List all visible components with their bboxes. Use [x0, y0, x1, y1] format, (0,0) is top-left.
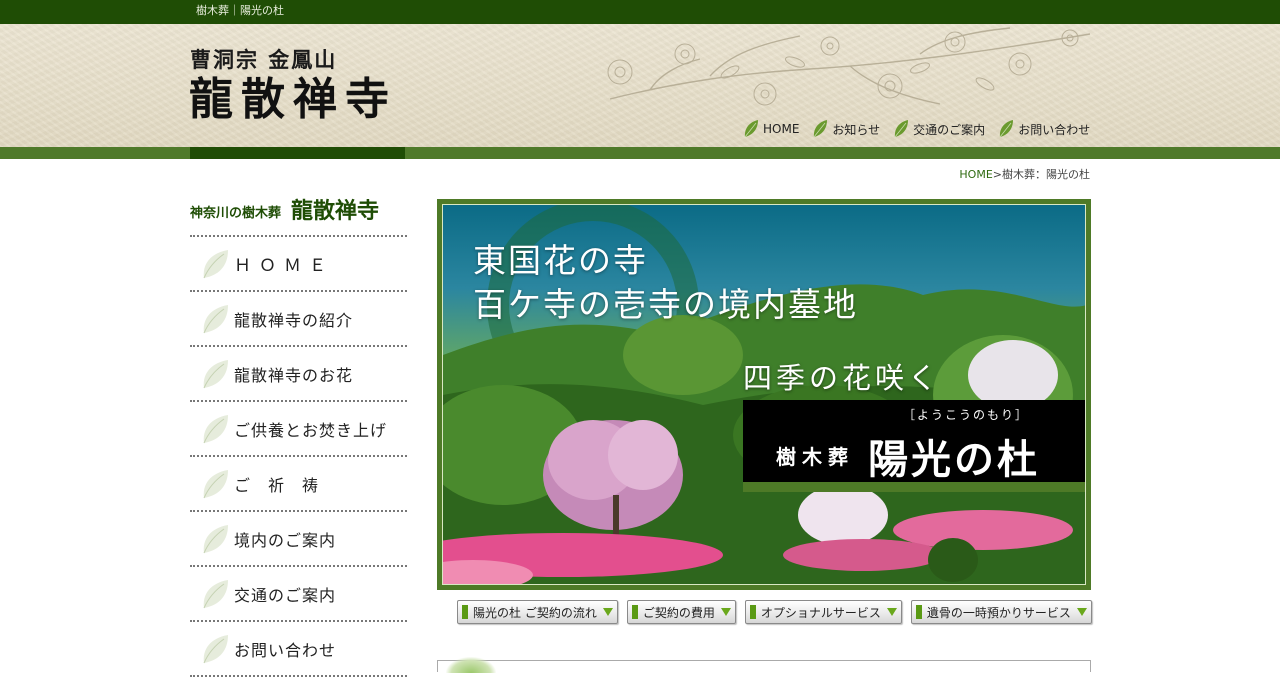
header-nav-news[interactable]: お知らせ	[811, 118, 880, 140]
subnav-optional-service-button[interactable]: オプショナルサービス	[744, 600, 902, 624]
top-bar: 樹木葬｜陽光の杜	[0, 0, 1280, 24]
sidebar-item-label: 交通のご案内	[234, 585, 337, 605]
sidebar-item-label: 龍散禅寺の紹介	[234, 310, 354, 330]
subnav-label: オプショナルサービス	[760, 605, 881, 620]
sidebar-item-label: 境内のご案内	[234, 530, 337, 550]
header-nav-contact[interactable]: お問い合わせ	[997, 118, 1090, 140]
bar-marker-icon	[749, 605, 756, 619]
breadcrumb-home-link[interactable]: HOME	[959, 168, 992, 181]
site-tagline: 樹木葬｜陽光の杜	[196, 4, 284, 17]
hero-banner: 東国花の寺 百ケ寺の壱寺の境内墓地 四季の花咲く ［ようこうのもり］ 樹木葬 陽…	[437, 199, 1091, 590]
sidebar-item-about[interactable]: 龍散禅寺の紹介	[190, 292, 407, 347]
hero-line-3: 四季の花咲く	[743, 361, 942, 395]
leaf-icon	[203, 579, 228, 608]
leaf-icon	[203, 249, 228, 278]
subnav-label: ご契約の費用	[642, 605, 715, 620]
hero-ruby: ［ようこうのもり］	[903, 408, 1030, 422]
sidebar-item-label: ご 祈 祷	[234, 475, 320, 495]
subnav-cost-button[interactable]: ご契約の費用	[626, 600, 736, 624]
branch-decoration-icon	[607, 27, 1091, 106]
sidebar-item-flowers[interactable]: 龍散禅寺のお花	[190, 347, 407, 402]
hero-image: 東国花の寺 百ケ寺の壱寺の境内墓地 四季の花咲く ［ようこうのもり］ 樹木葬 陽…	[442, 204, 1086, 585]
leaf-icon	[203, 469, 228, 498]
leaf-icon	[744, 120, 758, 138]
subnav-label: 遺骨の一時預かりサービス	[926, 605, 1071, 620]
breadcrumb-separator: >	[992, 168, 1002, 181]
sidebar-item-prayer[interactable]: ご 祈 祷	[190, 457, 407, 512]
leaf-icon	[203, 304, 228, 333]
triangle-down-icon	[886, 608, 897, 616]
sidebar-title-small: 神奈川の樹木葬	[190, 206, 282, 221]
subnav-remains-storage-button[interactable]: 遺骨の一時預かりサービス	[910, 600, 1092, 624]
sidebar-title: 神奈川の樹木葬 龍散禅寺	[190, 197, 407, 237]
leaf-icon	[894, 120, 909, 138]
sidebar-title-big: 龍散禅寺	[291, 198, 380, 224]
site-header: 曹洞宗 金鳳山 龍散禅寺 HOME お知らせ 交通のご案内 お問い合わせ	[0, 24, 1280, 147]
leaf-decoration-icon	[446, 657, 496, 673]
subnav-contract-flow-button[interactable]: 陽光の杜 ご契約の流れ	[457, 600, 618, 624]
breadcrumb-current: 樹木葬：陽光の杜	[1002, 168, 1090, 181]
header-nav-access[interactable]: 交通のご案内	[892, 118, 985, 140]
leaf-icon	[203, 359, 228, 388]
sidebar-item-memorial[interactable]: ご供養とお焚き上げ	[190, 402, 407, 457]
temple-logo[interactable]: 龍散禅寺	[189, 74, 397, 126]
leaf-icon	[203, 634, 228, 663]
leaf-icon	[203, 414, 228, 443]
sub-nav: 陽光の杜 ご契約の流れ ご契約の費用 オプショナルサービス 遺骨の一時預かりサー…	[457, 600, 1092, 624]
hero-big-title: 陽光の杜	[868, 436, 1040, 483]
sidebar: 神奈川の樹木葬 龍散禅寺 ＨＯＭＥ 龍散禅寺の紹介 龍散禅寺のお花 ご供養とお焚…	[190, 197, 407, 677]
sidebar-item-label: ＨＯＭＥ	[234, 256, 334, 276]
bar-marker-icon	[631, 605, 638, 619]
header-nav-home[interactable]: HOME	[742, 118, 799, 140]
header-nav-label: お知らせ	[832, 122, 881, 137]
sidebar-item-label: ご供養とお焚き上げ	[234, 420, 388, 440]
subnav-label: 陽光の杜 ご契約の流れ	[473, 605, 597, 620]
sidebar-item-label: お問い合わせ	[234, 640, 337, 660]
content-box	[437, 657, 1091, 673]
leaf-icon	[999, 120, 1014, 138]
sect-name: 曹洞宗 金鳳山	[190, 47, 338, 72]
triangle-down-icon	[1076, 608, 1087, 616]
bar-marker-icon	[462, 605, 468, 619]
sidebar-item-home[interactable]: ＨＯＭＥ	[190, 237, 407, 292]
leaf-icon	[203, 524, 228, 553]
sidebar-item-grounds[interactable]: 境内のご案内	[190, 512, 407, 567]
hero-small-title: 樹木葬	[776, 445, 854, 469]
sidebar-item-label: 龍散禅寺のお花	[234, 365, 354, 385]
bar-marker-icon	[915, 605, 922, 619]
header-nav-label: HOME	[763, 122, 800, 136]
hero-headline: 東国花の寺 百ケ寺の壱寺の境内墓地	[473, 239, 858, 327]
hero-line-1: 東国花の寺	[473, 241, 648, 280]
triangle-down-icon	[602, 608, 613, 616]
header-nav-label: お問い合わせ	[1018, 122, 1091, 137]
header-stripe	[0, 147, 1280, 159]
hero-line-2: 百ケ寺の壱寺の境内墓地	[473, 285, 858, 324]
breadcrumb: HOME>樹木葬：陽光の杜	[959, 166, 1090, 182]
triangle-down-icon	[720, 608, 731, 616]
stripe-accent	[190, 147, 405, 159]
sidebar-item-contact[interactable]: お問い合わせ	[190, 622, 407, 677]
header-nav: HOME お知らせ 交通のご案内 お問い合わせ	[742, 118, 1090, 140]
leaf-icon	[814, 120, 828, 138]
header-nav-label: 交通のご案内	[913, 122, 986, 137]
sidebar-item-access[interactable]: 交通のご案内	[190, 567, 407, 622]
